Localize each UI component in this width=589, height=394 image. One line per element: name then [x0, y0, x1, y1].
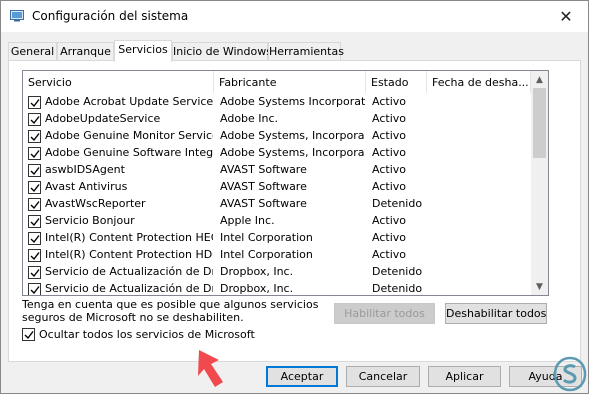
- service-manufacturer: Adobe Systems, Incorpora...: [220, 129, 365, 142]
- tab-herramientas[interactable]: Herramientas: [268, 42, 344, 61]
- service-name: Servicio de Actualización de Dro...: [45, 282, 213, 295]
- service-manufacturer: Dropbox, Inc.: [220, 265, 294, 278]
- scroll-down-icon[interactable]: ▼: [531, 278, 548, 295]
- services-list[interactable]: Servicio Fabricante Estado Fecha de desh…: [22, 70, 549, 296]
- service-status: Activo: [372, 163, 406, 176]
- table-row[interactable]: Servicio de Actualización de Dro... Dropb…: [23, 281, 531, 295]
- table-row[interactable]: Adobe Genuine Monitor Service Adobe Syste…: [23, 128, 531, 145]
- column-header-disabled-date[interactable]: Fecha de desha...: [427, 71, 531, 93]
- service-checkbox[interactable]: [28, 232, 41, 245]
- service-manufacturer: Apple Inc.: [220, 214, 275, 227]
- table-row[interactable]: aswbIDSAgent AVAST Software Activo: [23, 162, 531, 179]
- service-checkbox[interactable]: [28, 164, 41, 177]
- service-status: Detenido: [372, 282, 423, 295]
- service-status: Activo: [372, 112, 406, 125]
- disable-all-button[interactable]: Deshabilitar todos: [445, 303, 547, 324]
- service-name: Avast Antivirus: [45, 180, 128, 193]
- service-status: Activo: [372, 180, 406, 193]
- window-title: Configuración del sistema: [32, 9, 189, 23]
- enable-all-button[interactable]: Habilitar todos: [334, 303, 435, 324]
- title-bar: Configuración del sistema ✕: [1, 1, 588, 32]
- service-status: Activo: [372, 214, 406, 227]
- service-checkbox[interactable]: [28, 130, 41, 143]
- hide-microsoft-checkbox[interactable]: [22, 328, 35, 341]
- service-status: Detenido: [372, 265, 423, 278]
- service-name: AvastWscReporter: [45, 197, 146, 210]
- service-manufacturer: AVAST Software: [220, 180, 307, 193]
- site-logo-icon: [553, 356, 587, 392]
- column-header-manufacturer[interactable]: Fabricante: [214, 71, 366, 93]
- table-row[interactable]: Adobe Genuine Software Integri... Adobe S…: [23, 145, 531, 162]
- service-manufacturer: Adobe Inc.: [220, 112, 279, 125]
- close-icon: ✕: [559, 7, 573, 26]
- column-header-status[interactable]: Estado: [366, 71, 427, 93]
- service-checkbox[interactable]: [28, 113, 41, 126]
- service-checkbox[interactable]: [28, 198, 41, 211]
- service-name: Adobe Genuine Software Integri...: [45, 146, 213, 159]
- service-checkbox[interactable]: [28, 96, 41, 109]
- table-row[interactable]: Avast Antivirus AVAST Software Activo: [23, 179, 531, 196]
- table-row[interactable]: Servicio Bonjour Apple Inc. Activo: [23, 213, 531, 230]
- cancel-button[interactable]: Cancelar: [346, 366, 420, 387]
- hide-microsoft-label: Ocultar todos los servicios de Microsoft: [39, 328, 255, 341]
- service-name: Intel(R) Content Protection HEC...: [45, 231, 213, 244]
- tab-arranque[interactable]: Arranque: [57, 42, 114, 61]
- microsoft-services-note: Tenga en cuenta que es posible que algun…: [22, 298, 322, 324]
- service-manufacturer: AVAST Software: [220, 163, 307, 176]
- table-row[interactable]: Intel(R) Content Protection HDC... Intel …: [23, 247, 531, 264]
- service-status: Activo: [372, 231, 406, 244]
- service-name: Adobe Acrobat Update Service: [45, 95, 213, 108]
- scroll-up-icon[interactable]: ▲: [531, 71, 548, 88]
- service-manufacturer: AVAST Software: [220, 197, 307, 210]
- service-status: Activo: [372, 129, 406, 142]
- service-manufacturer: Adobe Systems Incorporated: [220, 95, 365, 108]
- service-checkbox[interactable]: [28, 147, 41, 160]
- service-manufacturer: Intel Corporation: [220, 231, 313, 244]
- apply-button[interactable]: Aplicar: [428, 366, 501, 387]
- service-status: Activo: [372, 248, 406, 261]
- service-name: Servicio de Actualización de Dro...: [45, 265, 213, 278]
- table-row[interactable]: AvastWscReporter AVAST Software Detenido: [23, 196, 531, 213]
- service-name: AdobeUpdateService: [45, 112, 161, 125]
- service-manufacturer: Adobe Systems, Incorpora...: [220, 146, 365, 159]
- service-manufacturer: Intel Corporation: [220, 248, 313, 261]
- list-header: Servicio Fabricante Estado Fecha de desh…: [23, 71, 548, 93]
- accept-button[interactable]: Aceptar: [266, 366, 338, 387]
- table-row[interactable]: AdobeUpdateService Adobe Inc. Activo: [23, 111, 531, 128]
- service-name: Intel(R) Content Protection HDC...: [45, 248, 213, 261]
- vertical-scrollbar[interactable]: ▲ ▼: [531, 71, 548, 295]
- service-checkbox[interactable]: [28, 283, 41, 295]
- service-status: Activo: [372, 146, 406, 159]
- tab-inicio-windows[interactable]: Inicio de Windows: [172, 42, 272, 61]
- table-row[interactable]: Adobe Acrobat Update Service Adobe System…: [23, 94, 531, 111]
- service-manufacturer: Dropbox, Inc.: [220, 282, 294, 295]
- note-line-1: Tenga en cuenta que es posible que algun…: [22, 298, 319, 311]
- service-status: Activo: [372, 95, 406, 108]
- red-pointer-arrow-icon: [198, 350, 223, 387]
- system-config-icon: [10, 10, 24, 22]
- close-button[interactable]: ✕: [544, 1, 588, 32]
- service-status: Detenido: [372, 197, 423, 210]
- service-checkbox[interactable]: [28, 249, 41, 262]
- service-checkbox[interactable]: [28, 215, 41, 228]
- note-line-2: seguros de Microsoft no se deshabiliten.: [22, 311, 244, 324]
- service-name: Servicio Bonjour: [45, 214, 135, 227]
- system-config-window: Configuración del sistema ✕ General Arra…: [0, 0, 589, 394]
- table-row[interactable]: Servicio de Actualización de Dro... Dropb…: [23, 264, 531, 281]
- tab-general[interactable]: General: [8, 42, 57, 61]
- service-name: aswbIDSAgent: [45, 163, 125, 176]
- scroll-thumb[interactable]: [533, 88, 546, 158]
- service-checkbox[interactable]: [28, 266, 41, 279]
- service-checkbox[interactable]: [28, 181, 41, 194]
- column-header-service[interactable]: Servicio: [23, 71, 214, 93]
- service-name: Adobe Genuine Monitor Service: [45, 129, 213, 142]
- tab-servicios[interactable]: Servicios: [114, 40, 172, 62]
- table-row[interactable]: Intel(R) Content Protection HEC... Intel …: [23, 230, 531, 247]
